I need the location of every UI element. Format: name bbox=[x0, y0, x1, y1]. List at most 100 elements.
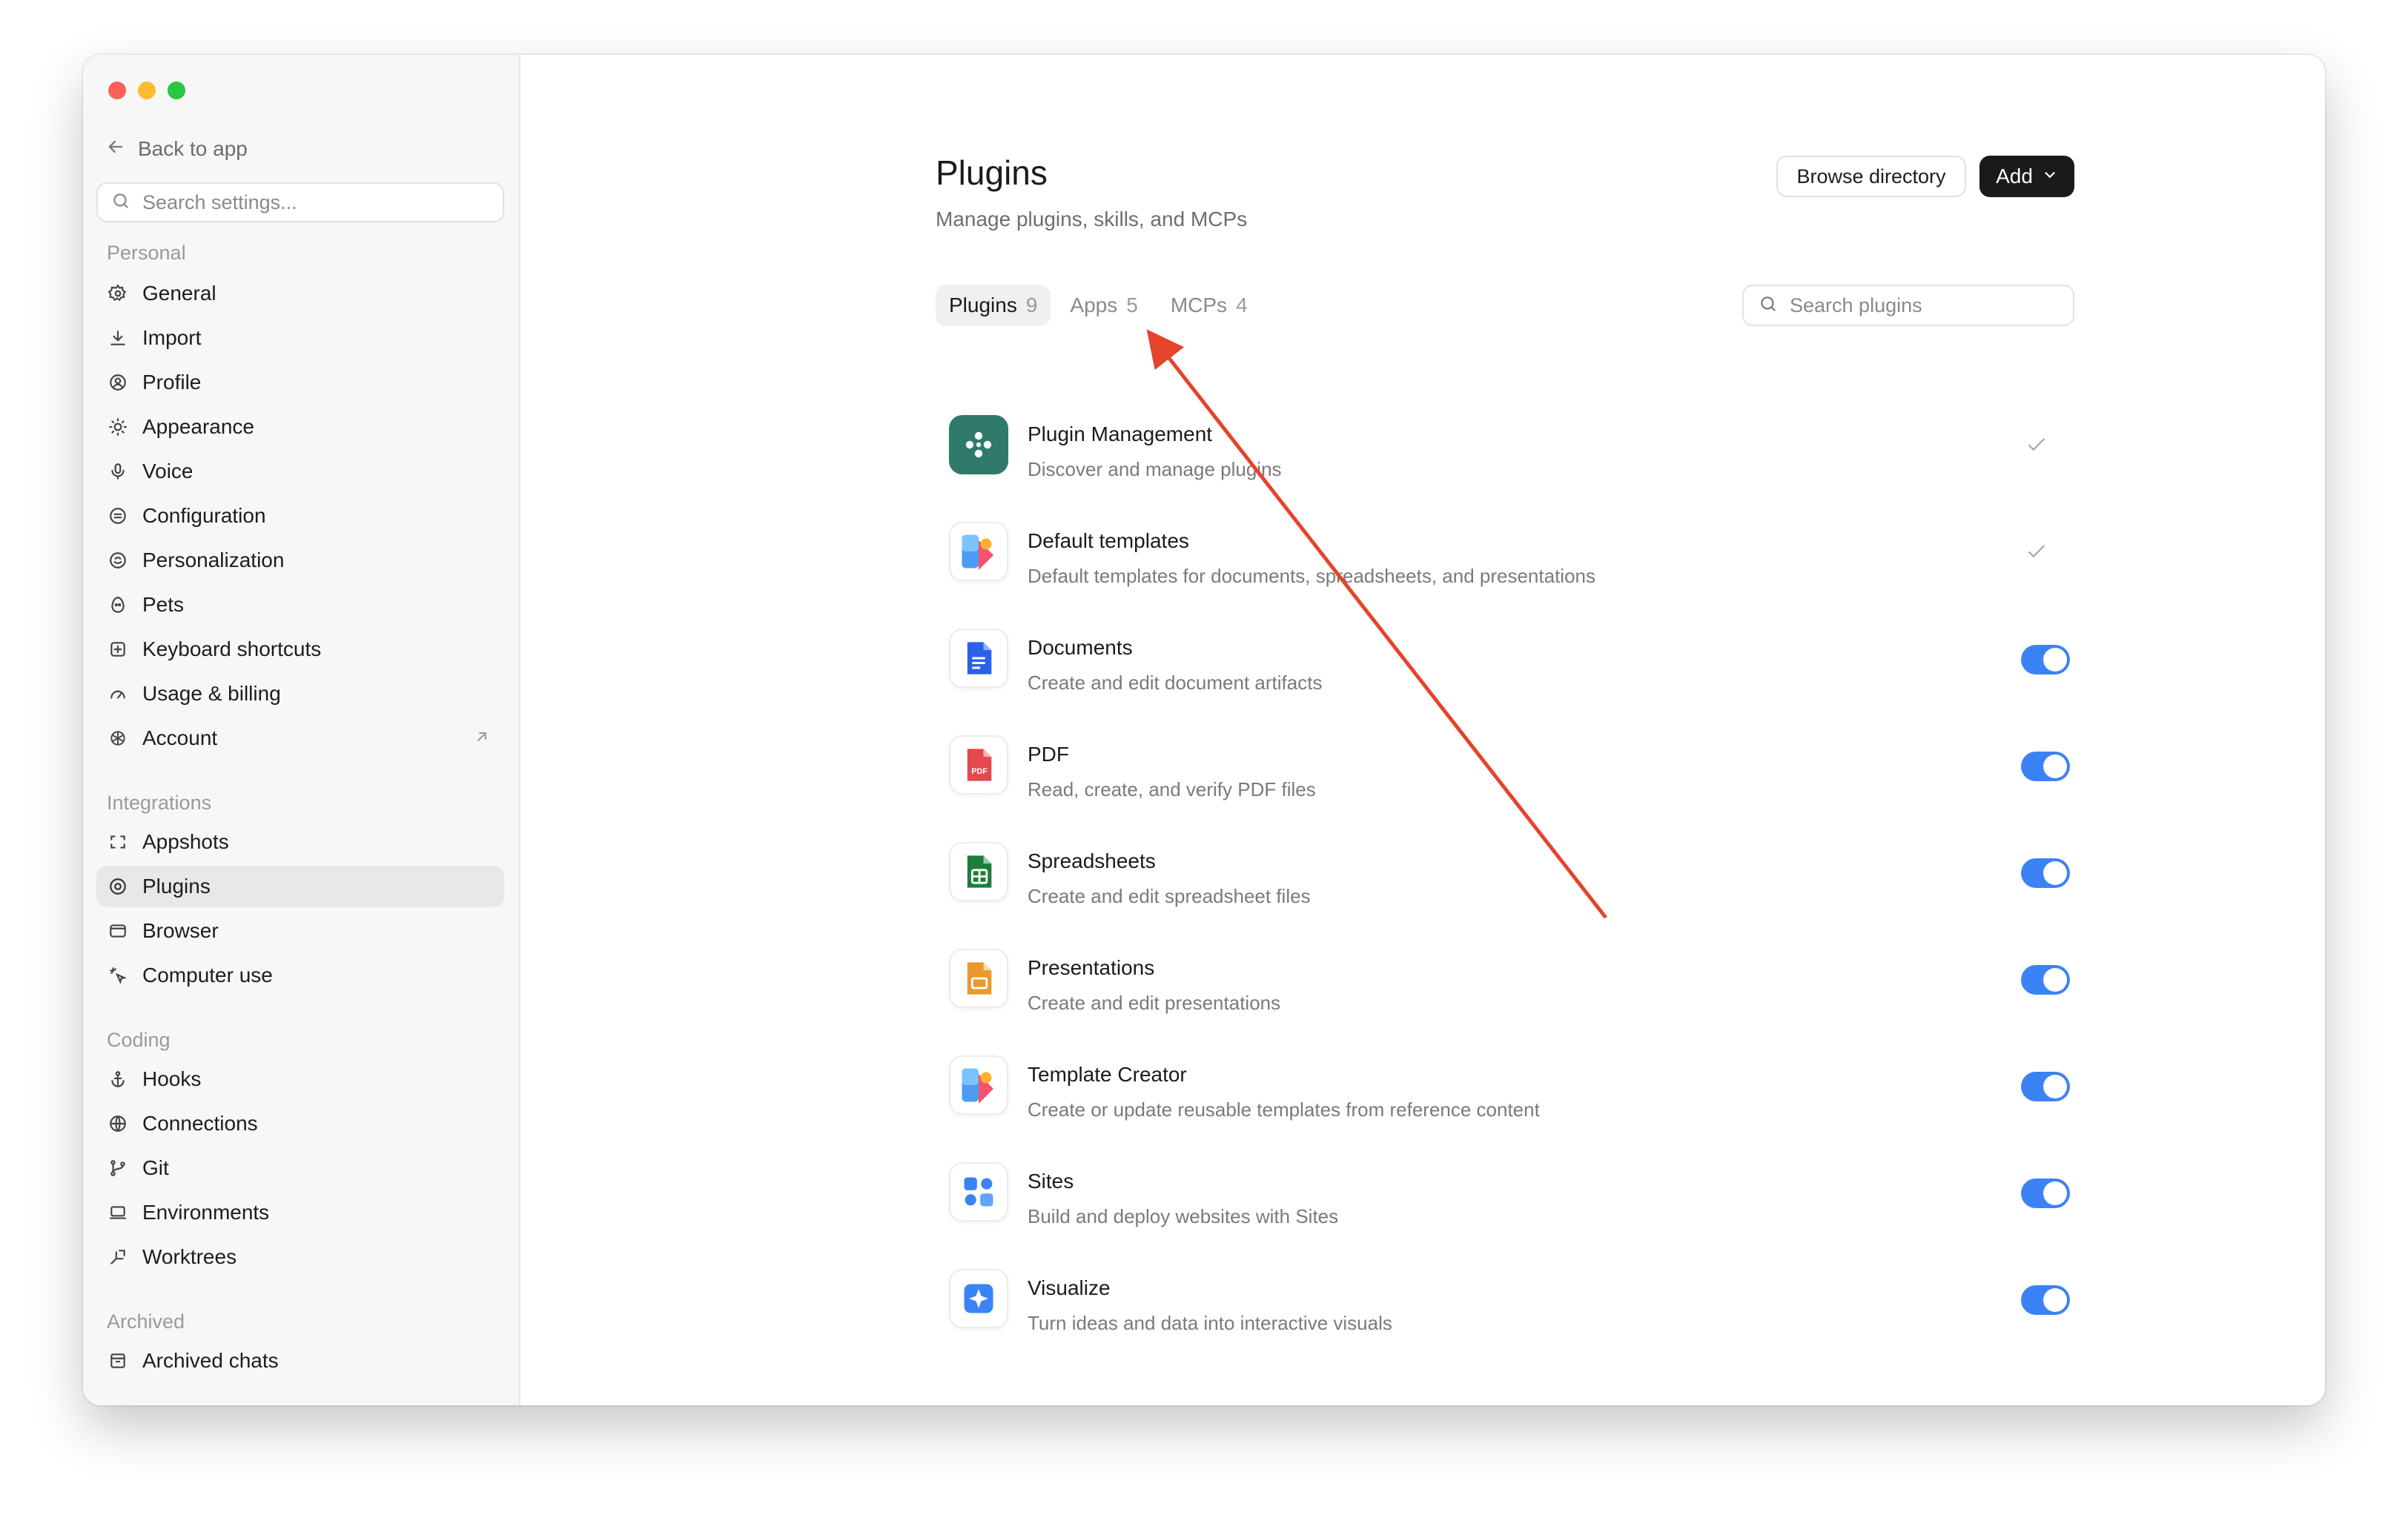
sidebar-item-voice[interactable]: Voice bbox=[96, 451, 504, 492]
plugin-search[interactable] bbox=[1742, 285, 2074, 326]
toggle-knob bbox=[2043, 1181, 2067, 1205]
plugin-description: Default templates for documents, spreads… bbox=[1028, 565, 1595, 587]
settings-search-input[interactable] bbox=[141, 190, 485, 215]
plugin-row[interactable]: Template Creator Create or update reusab… bbox=[936, 1041, 2074, 1130]
sidebar-item-archived-chats[interactable]: Archived chats bbox=[96, 1340, 504, 1382]
anchor-icon bbox=[107, 1068, 129, 1090]
person-circle-icon bbox=[107, 371, 129, 394]
plugin-name: Default templates bbox=[1028, 529, 1189, 552]
plugin-toggle[interactable] bbox=[2021, 858, 2070, 888]
sidebar-item-usage-billing[interactable]: Usage & billing bbox=[96, 673, 504, 715]
sidebar-item-label: Keyboard shortcuts bbox=[142, 637, 322, 660]
plugin-toggle[interactable] bbox=[2021, 1285, 2070, 1315]
plugin-search-input[interactable] bbox=[1788, 293, 2058, 318]
back-to-app-link[interactable]: Back to app bbox=[105, 130, 248, 168]
sidebar-item-label: Appshots bbox=[142, 830, 229, 853]
plugin-row[interactable]: PDF PDF Read, create, and verify PDF fil… bbox=[936, 720, 2074, 809]
tab-count: 9 bbox=[1025, 294, 1038, 316]
sidebar-item-appearance[interactable]: Appearance bbox=[96, 406, 504, 448]
window-controls bbox=[108, 82, 185, 99]
sidebar-item-environments[interactable]: Environments bbox=[96, 1192, 504, 1233]
checkmark-icon bbox=[2024, 433, 2049, 462]
plugin-row[interactable]: Sites Build and deploy websites with Sit… bbox=[936, 1147, 2074, 1236]
sidebar-item-connections[interactable]: Connections bbox=[96, 1103, 504, 1144]
sidebar-item-label: Account bbox=[142, 726, 218, 749]
tab-plugins[interactable]: Plugins 9 bbox=[936, 285, 1051, 326]
sidebar-item-browser[interactable]: Browser bbox=[96, 910, 504, 952]
toggle-knob bbox=[2043, 648, 2067, 672]
sidebar-item-git[interactable]: Git bbox=[96, 1147, 504, 1189]
openai-icon bbox=[107, 727, 129, 749]
download-icon bbox=[107, 327, 129, 349]
tab-label: Apps bbox=[1070, 294, 1118, 316]
main-panel: Plugins Manage plugins, skills, and MCPs… bbox=[520, 55, 2325, 1405]
chevron-down-icon bbox=[2042, 165, 2058, 188]
plugin-toggle[interactable] bbox=[2021, 752, 2070, 781]
sidebar-item-label: Git bbox=[142, 1156, 169, 1179]
spreadsheet-icon bbox=[949, 842, 1008, 901]
section-label-coding: Coding bbox=[107, 1029, 171, 1051]
plugin-row[interactable]: Visualize Turn ideas and data into inter… bbox=[936, 1254, 2074, 1343]
add-button[interactable]: Add bbox=[1979, 156, 2074, 197]
plugin-description: Create or update reusable templates from… bbox=[1028, 1098, 1540, 1121]
sparkle-circle-icon bbox=[107, 549, 129, 571]
plugin-row[interactable]: Presentations Create and edit presentati… bbox=[936, 934, 2074, 1023]
plugin-row[interactable]: Default templates Default templates for … bbox=[936, 507, 2074, 596]
plugin-row[interactable]: Spreadsheets Create and edit spreadsheet… bbox=[936, 827, 2074, 916]
gauge-icon bbox=[107, 683, 129, 705]
sidebar-item-appshots[interactable]: Appshots bbox=[96, 821, 504, 863]
sidebar-item-pets[interactable]: Pets bbox=[96, 584, 504, 626]
browser-window-icon bbox=[107, 920, 129, 942]
plugin-at-icon bbox=[107, 875, 129, 898]
search-icon bbox=[1759, 294, 1778, 317]
page-title: Plugins bbox=[936, 153, 1048, 192]
egg-icon bbox=[107, 594, 129, 616]
plugin-row[interactable]: Documents Create and edit document artif… bbox=[936, 614, 2074, 703]
add-label: Add bbox=[1996, 165, 2033, 188]
zoom-window-button[interactable] bbox=[168, 82, 185, 99]
sidebar-item-label: General bbox=[142, 282, 216, 305]
plugin-toggle[interactable] bbox=[2021, 1178, 2070, 1208]
archive-box-icon bbox=[107, 1350, 129, 1372]
plugin-toggle[interactable] bbox=[2021, 645, 2070, 674]
sidebar-item-account[interactable]: Account bbox=[96, 717, 504, 759]
sidebar-item-label: Worktrees bbox=[142, 1245, 237, 1268]
tab-apps[interactable]: Apps 5 bbox=[1056, 285, 1151, 326]
minimize-window-button[interactable] bbox=[138, 82, 156, 99]
plugin-name: Plugin Management bbox=[1028, 422, 1213, 445]
sidebar-item-hooks[interactable]: Hooks bbox=[96, 1058, 504, 1100]
sliders-circle-icon bbox=[107, 505, 129, 527]
sidebar-item-configuration[interactable]: Configuration bbox=[96, 495, 504, 537]
sidebar-item-label: Configuration bbox=[142, 504, 266, 527]
microphone-icon bbox=[107, 460, 129, 483]
pdf-icon: PDF bbox=[949, 735, 1008, 795]
sidebar-item-label: Connections bbox=[142, 1112, 258, 1135]
toggle-knob bbox=[2043, 968, 2067, 992]
toggle-knob bbox=[2043, 1288, 2067, 1312]
tab-label: MCPs bbox=[1170, 294, 1228, 316]
close-window-button[interactable] bbox=[108, 82, 126, 99]
toggle-knob bbox=[2043, 1075, 2067, 1098]
globe-icon bbox=[107, 1113, 129, 1135]
git-branch-icon bbox=[107, 1157, 129, 1179]
sidebar-item-import[interactable]: Import bbox=[96, 317, 504, 359]
plugin-name: Visualize bbox=[1028, 1276, 1111, 1299]
sidebar-item-general[interactable]: General bbox=[96, 273, 504, 314]
sidebar-item-keyboard-shortcuts[interactable]: Keyboard shortcuts bbox=[96, 629, 504, 670]
plugin-toggle[interactable] bbox=[2021, 965, 2070, 995]
sidebar-item-worktrees[interactable]: Worktrees bbox=[96, 1236, 504, 1278]
tab-mcps[interactable]: MCPs 4 bbox=[1157, 285, 1261, 326]
gear-icon bbox=[107, 282, 129, 305]
templates-icon bbox=[949, 522, 1008, 581]
settings-search[interactable] bbox=[96, 182, 504, 222]
page-subtitle: Manage plugins, skills, and MCPs bbox=[936, 208, 1248, 231]
plugin-toggle[interactable] bbox=[2021, 1072, 2070, 1101]
sidebar-item-computer-use[interactable]: Computer use bbox=[96, 955, 504, 996]
sidebar-item-label: Pets bbox=[142, 593, 185, 616]
sidebar-item-profile[interactable]: Profile bbox=[96, 362, 504, 403]
sidebar-item-personalization[interactable]: Personalization bbox=[96, 540, 504, 581]
plugin-row[interactable]: Plugin Management Discover and manage pl… bbox=[936, 400, 2074, 489]
plugin-name: PDF bbox=[1028, 743, 1069, 766]
browse-directory-button[interactable]: Browse directory bbox=[1776, 156, 1966, 197]
sidebar-item-plugins[interactable]: Plugins bbox=[96, 866, 504, 907]
